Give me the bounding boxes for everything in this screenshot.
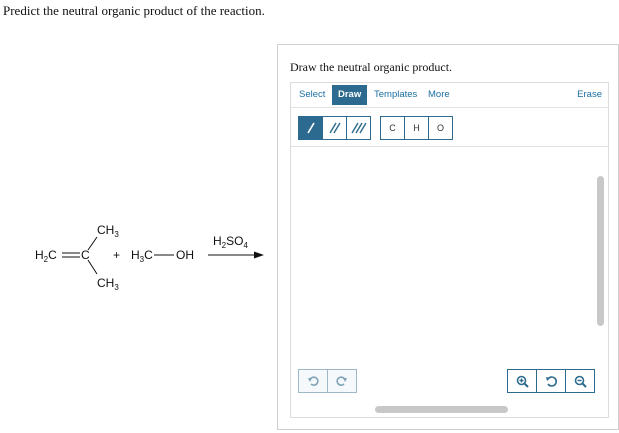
ch3-top: CH3 — [97, 223, 119, 239]
reagent-h2so4: H2SO4 — [213, 234, 248, 250]
undo-button[interactable] — [299, 370, 328, 392]
zoom-in-button[interactable] — [508, 370, 537, 392]
redo-button[interactable] — [328, 370, 356, 392]
tab-select[interactable]: Select — [293, 85, 331, 105]
atom-hydrogen-button[interactable]: H — [405, 117, 429, 139]
zoom-out-button[interactable] — [566, 370, 594, 392]
zoom-reset-icon — [545, 375, 557, 387]
zoom-in-icon — [516, 375, 529, 388]
panel-title: Draw the neutral organic product. — [290, 60, 453, 74]
single-bond-button[interactable] — [299, 117, 323, 139]
molecule-editor: Select Draw Templates More Erase C H O — [290, 82, 609, 418]
triple-bond-button[interactable] — [347, 117, 370, 139]
plus-sign: + — [113, 248, 121, 262]
h2c-group: H2C — [35, 248, 57, 264]
atom-tools: C H O — [380, 116, 453, 140]
double-bond-button[interactable] — [323, 117, 347, 139]
ch3-bottom: CH3 — [97, 276, 119, 292]
drawing-canvas[interactable] — [291, 147, 608, 417]
central-carbon: C — [81, 248, 90, 262]
single-bond-icon — [306, 122, 315, 134]
answer-panel: Draw the neutral organic product. Select… — [277, 44, 619, 430]
tab-draw[interactable]: Draw — [332, 85, 368, 105]
editor-tabs: Select Draw Templates More Erase — [291, 83, 608, 108]
hydroxyl-group: OH — [176, 248, 194, 262]
undo-icon — [308, 376, 319, 386]
reaction-scheme: CH3 H2C C CH3 + H3C OH H2SO4 — [0, 200, 280, 310]
bond-tools — [298, 116, 371, 140]
bond-c-ch3-bottom — [87, 259, 98, 275]
atom-oxygen-button[interactable]: O — [429, 117, 452, 139]
horizontal-scrollbar[interactable] — [375, 406, 508, 413]
history-controls — [298, 369, 357, 393]
double-bond-icon — [328, 122, 341, 134]
triple-bond-icon — [350, 122, 367, 134]
draw-toolbar: C H O — [291, 108, 608, 147]
reaction-arrow-head — [254, 251, 264, 259]
tab-templates[interactable]: Templates — [368, 85, 423, 105]
zoom-reset-button[interactable] — [537, 370, 566, 392]
question-prompt: Predict the neutral organic product of t… — [3, 3, 265, 18]
erase-button[interactable]: Erase — [577, 85, 602, 105]
zoom-controls — [507, 369, 595, 393]
zoom-out-icon — [574, 375, 587, 388]
atom-carbon-button[interactable]: C — [381, 117, 405, 139]
h3c-group: H3C — [131, 248, 153, 264]
redo-icon — [336, 376, 347, 386]
tab-more[interactable]: More — [422, 85, 456, 105]
vertical-scrollbar[interactable] — [597, 176, 604, 326]
